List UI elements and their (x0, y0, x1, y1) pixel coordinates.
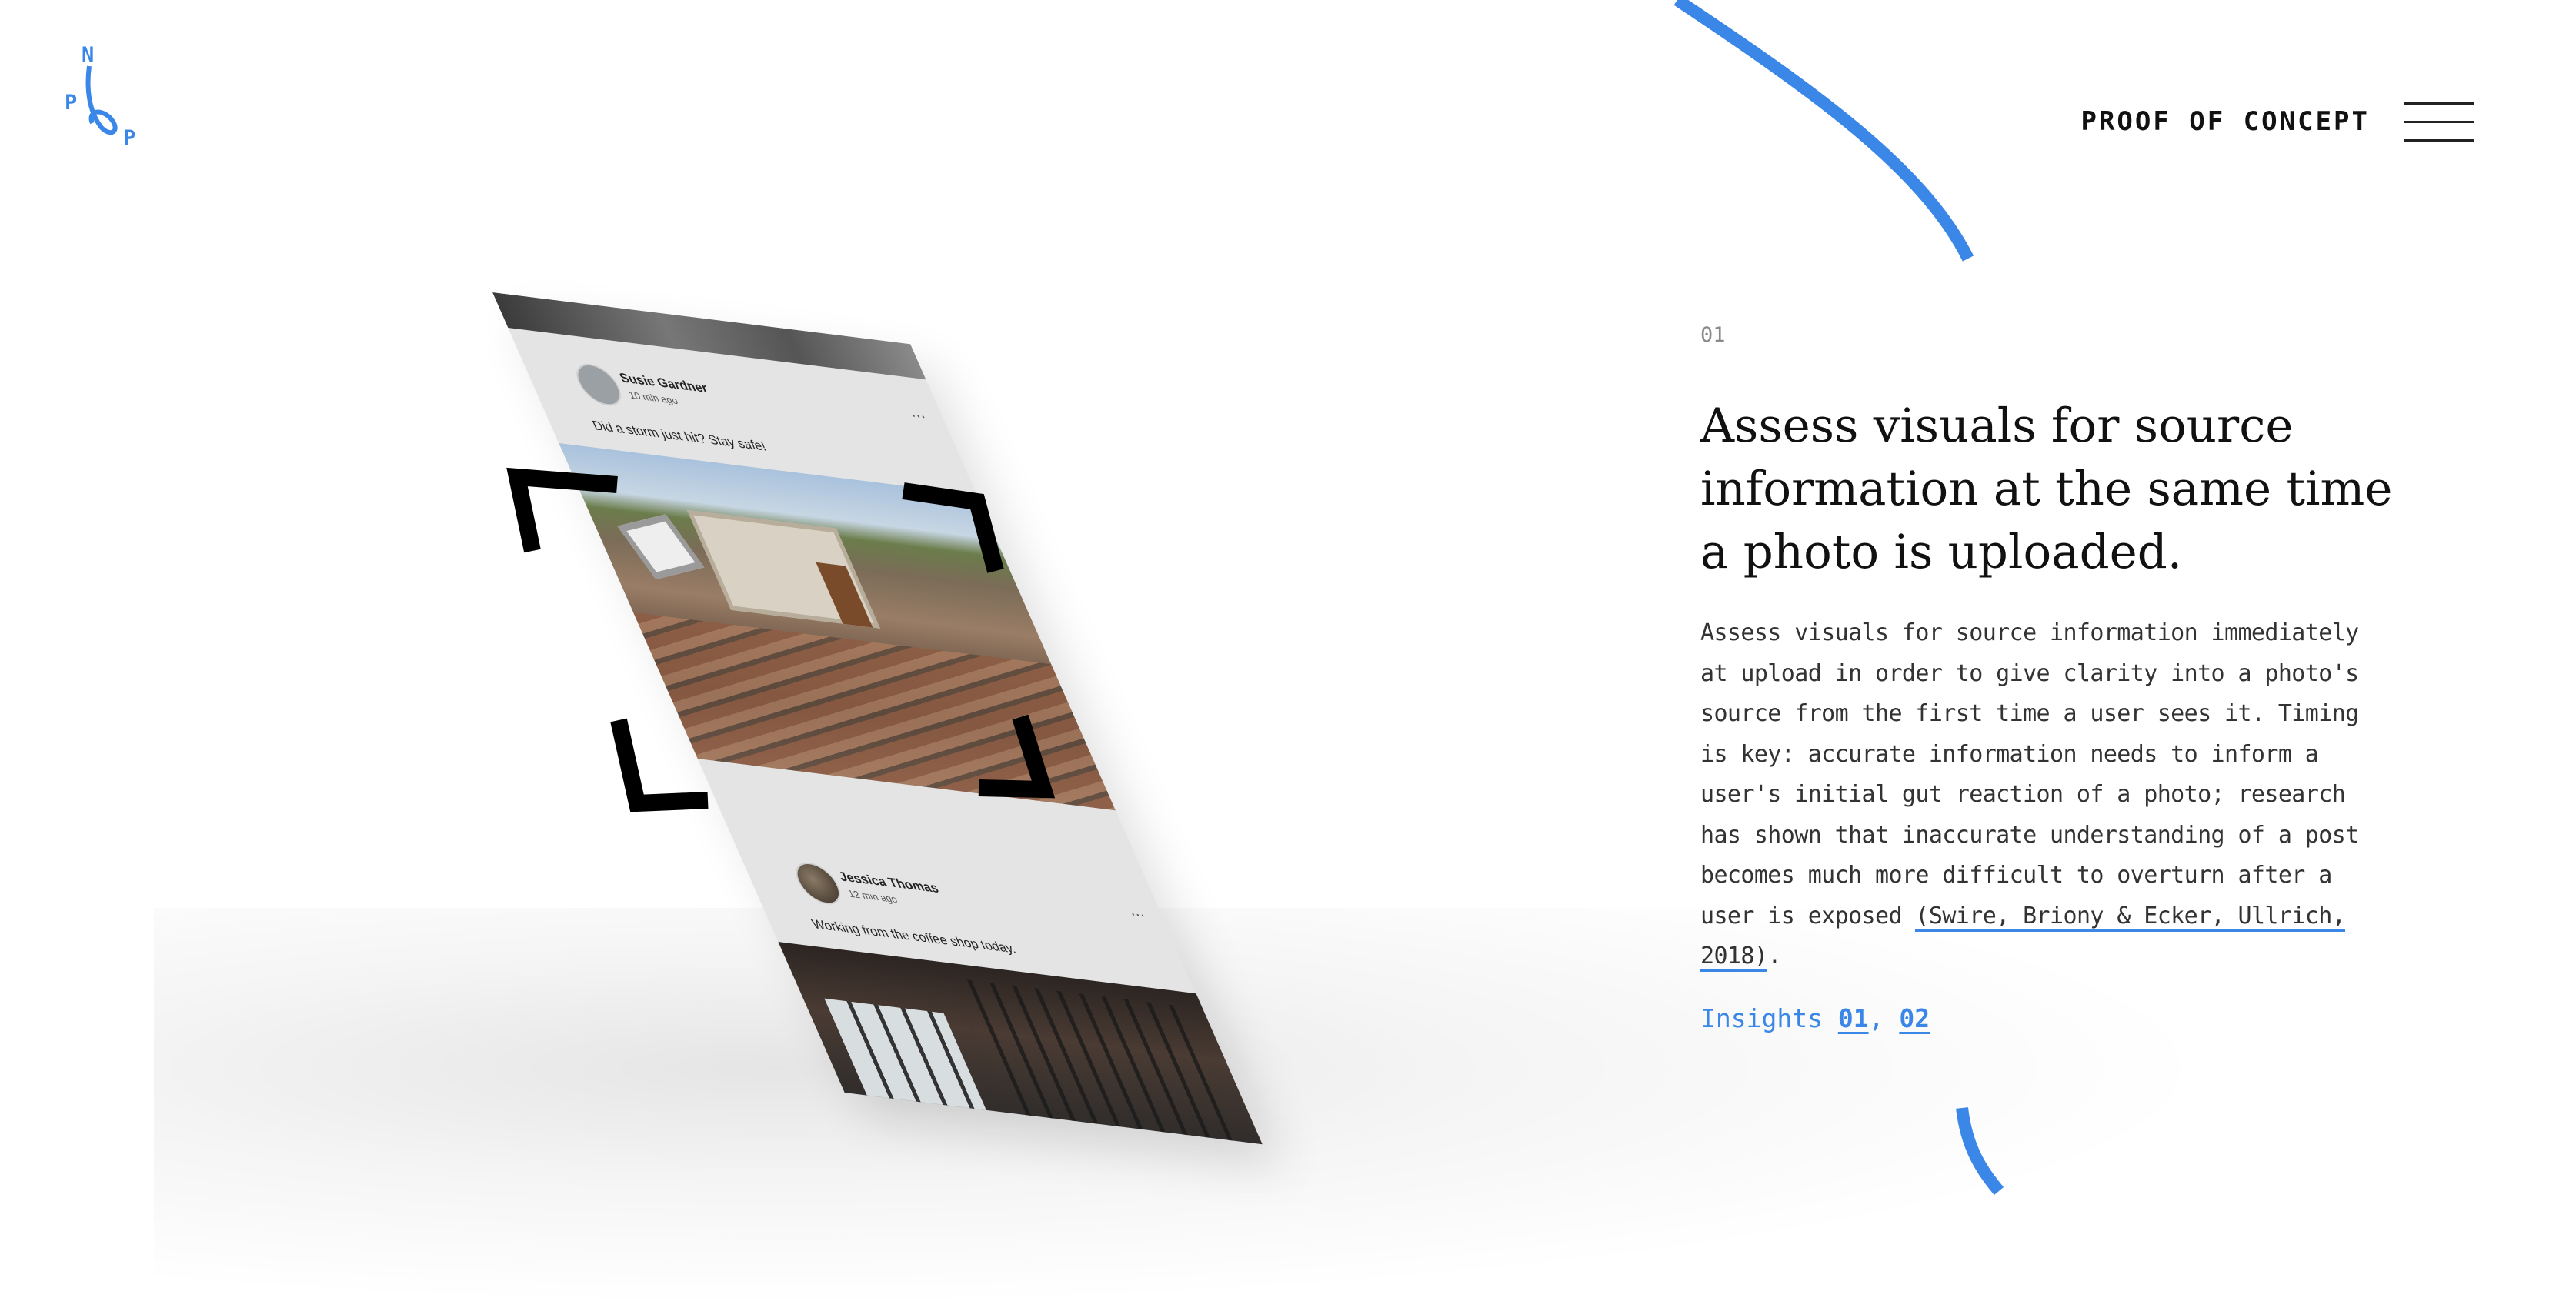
menu-line (2404, 139, 2474, 142)
insights-label: Insights (1700, 1003, 1823, 1033)
body-end: . (1767, 943, 1781, 969)
more-dots-icon[interactable]: ··· (1126, 905, 1149, 925)
site-logo[interactable]: N P P (58, 43, 151, 158)
menu-line (2404, 121, 2474, 123)
arc-top (1673, 0, 1974, 262)
post-photo-storm-debris[interactable] (559, 443, 1116, 811)
insight-separator: , (1868, 1003, 1884, 1033)
arc-bottom (1956, 1107, 2004, 1196)
photo-detail (617, 514, 705, 579)
step-number: 01 (1700, 323, 1726, 347)
content-panel: 01 Assess visuals for source information… (1700, 323, 2393, 1033)
post-photo-coffee-shop[interactable] (778, 942, 1263, 1145)
logo-letter-n: N (82, 43, 95, 67)
more-dots-icon[interactable]: ··· (907, 406, 929, 426)
body-text: Assess visuals for source information im… (1700, 619, 2359, 929)
insight-link-01[interactable]: 01 (1838, 1003, 1869, 1033)
avatar[interactable] (569, 361, 629, 409)
menu-line (2404, 102, 2474, 105)
page-section-title: PROOF OF CONCEPT (2080, 106, 2370, 137)
logo-letter-p-left: P (65, 91, 78, 115)
avatar[interactable] (789, 859, 848, 907)
hamburger-menu-icon[interactable] (2404, 102, 2478, 144)
phone-screen: Susie Gardner 10 min ago ··· Did a storm… (492, 292, 1263, 1145)
insight-link-02[interactable]: 02 (1899, 1003, 1930, 1033)
logo-letter-p-right: P (123, 126, 136, 150)
insights-row: Insights 01, 02 (1700, 1003, 2393, 1033)
photo-detail (949, 977, 1241, 1145)
headline: Assess visuals for source information at… (1700, 399, 2393, 579)
body-copy: Assess visuals for source information im… (1700, 613, 2393, 977)
phone-mockup: Susie Gardner 10 min ago ··· Did a storm… (446, 292, 1263, 1170)
